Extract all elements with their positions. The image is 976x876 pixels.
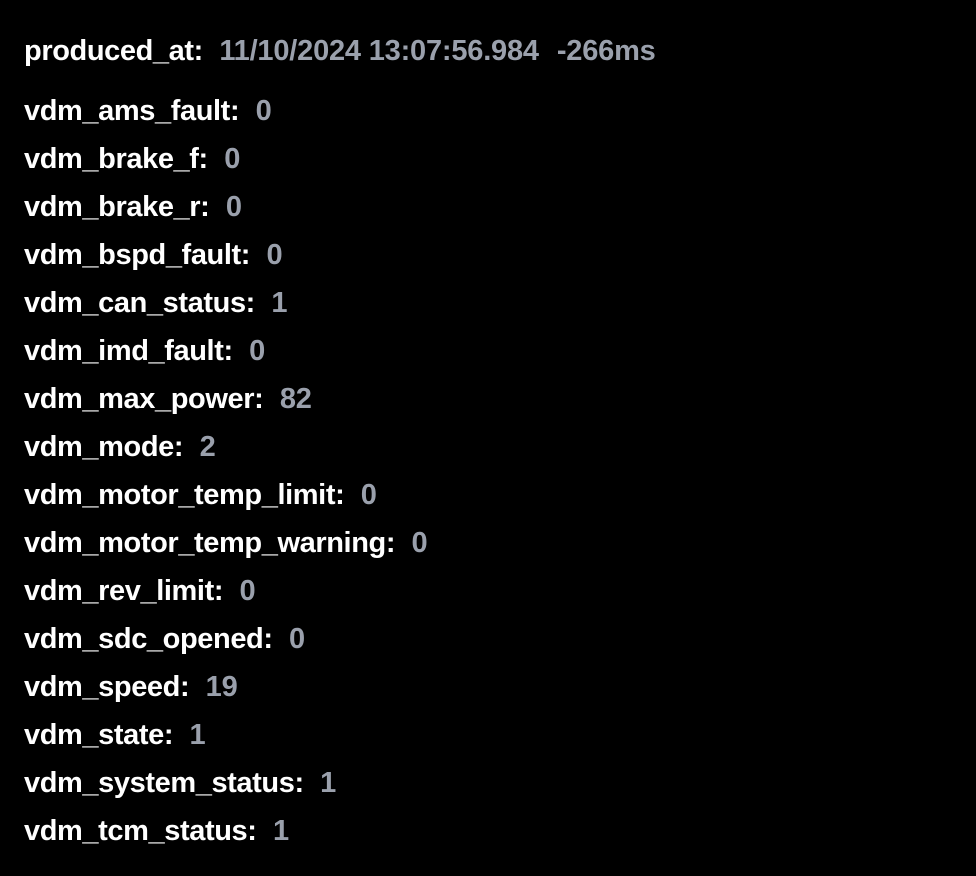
key-separator: : xyxy=(198,143,209,175)
field-row-vdm-speed: vdm_speed: 19 xyxy=(24,663,952,711)
key-separator: : xyxy=(200,191,210,223)
field-key: vdm_system_status xyxy=(24,767,295,799)
field-key: vdm_brake_f xyxy=(24,143,199,175)
key-separator: : xyxy=(294,767,305,799)
field-key: vdm_sdc_opened xyxy=(24,623,264,655)
key-separator: : xyxy=(179,671,190,703)
field-key: vdm_state xyxy=(24,719,164,751)
field-value: 82 xyxy=(279,383,312,415)
field-row-vdm-tcm-status: vdm_tcm_status: 1 xyxy=(24,807,952,855)
field-row-vdm-imd-fault: vdm_imd_fault: 0 xyxy=(24,327,952,375)
key-separator: : xyxy=(229,95,240,127)
key-separator: : xyxy=(213,575,224,607)
field-value: 0 xyxy=(225,191,242,223)
key-separator: : xyxy=(263,623,274,655)
produced-at-row: produced_at: 11/10/2024 13:07:56.984 -26… xyxy=(24,31,952,71)
field-row-vdm-rev-limit: vdm_rev_limit: 0 xyxy=(24,567,952,615)
field-row-vdm-state: vdm_state: 1 xyxy=(24,711,952,759)
field-value: 0 xyxy=(239,575,256,607)
field-key: vdm_bspd_fault xyxy=(24,239,241,271)
field-value: 0 xyxy=(360,479,377,511)
field-list: vdm_ams_fault: 0 vdm_brake_f: 0 vdm_brak… xyxy=(24,87,952,855)
field-value: 1 xyxy=(320,767,337,799)
field-row-vdm-system-status: vdm_system_status: 1 xyxy=(24,759,952,807)
field-row-vdm-max-power: vdm_max_power: 82 xyxy=(24,375,952,423)
field-value: 1 xyxy=(272,815,289,847)
produced-at-timestamp: 11/10/2024 13:07:56.984 xyxy=(219,35,539,67)
field-key: vdm_ams_fault xyxy=(24,95,230,127)
field-row-vdm-ams-fault: vdm_ams_fault: 0 xyxy=(24,87,952,135)
field-value: 19 xyxy=(205,671,238,703)
field-value: 0 xyxy=(289,623,305,655)
field-row-vdm-motor-temp-limit: vdm_motor_temp_limit: 0 xyxy=(24,471,952,519)
field-value: 0 xyxy=(255,95,272,127)
key-separator: : xyxy=(385,527,396,559)
field-row-vdm-brake-r: vdm_brake_r: 0 xyxy=(24,183,952,231)
key-separator: : xyxy=(193,35,204,67)
field-key: vdm_tcm_status xyxy=(24,815,248,847)
field-row-vdm-brake-f: vdm_brake_f: 0 xyxy=(24,135,952,183)
field-value: 0 xyxy=(224,143,241,175)
field-key: vdm_imd_fault xyxy=(24,335,224,367)
field-row-vdm-mode: vdm_mode: 2 xyxy=(24,423,952,471)
field-value: 0 xyxy=(411,527,428,559)
key-separator: : xyxy=(173,431,184,463)
key-separator: : xyxy=(245,287,256,319)
field-value: 0 xyxy=(249,335,266,367)
produced-at-offset: -266ms xyxy=(556,35,656,67)
field-key: vdm_motor_temp_limit xyxy=(24,479,336,511)
message-detail-panel: produced_at: 11/10/2024 13:07:56.984 -26… xyxy=(24,31,952,855)
key-separator: : xyxy=(335,479,345,511)
key-separator: : xyxy=(254,383,264,415)
field-row-vdm-bspd-fault: vdm_bspd_fault: 0 xyxy=(24,231,952,279)
field-key: vdm_max_power xyxy=(24,383,255,415)
field-row-vdm-sdc-opened: vdm_sdc_opened: 0 xyxy=(24,615,952,663)
key-separator: : xyxy=(223,335,234,367)
produced-at-key: produced_at xyxy=(24,35,194,67)
key-separator: : xyxy=(163,719,174,751)
field-key: vdm_mode xyxy=(24,431,174,463)
field-value: 0 xyxy=(266,239,283,271)
field-key: vdm_rev_limit xyxy=(24,575,214,607)
key-separator: : xyxy=(240,239,251,271)
field-value: 2 xyxy=(199,431,216,463)
field-row-vdm-can-status: vdm_can_status: 1 xyxy=(24,279,952,327)
field-row-vdm-motor-temp-warning: vdm_motor_temp_warning: 0 xyxy=(24,519,952,567)
field-key: vdm_speed xyxy=(24,671,180,703)
field-value: 1 xyxy=(271,287,288,319)
key-separator: : xyxy=(247,815,257,847)
field-key: vdm_motor_temp_warning xyxy=(24,527,386,559)
field-value: 1 xyxy=(189,719,206,751)
field-key: vdm_brake_r xyxy=(24,191,201,223)
field-key: vdm_can_status xyxy=(24,287,246,319)
